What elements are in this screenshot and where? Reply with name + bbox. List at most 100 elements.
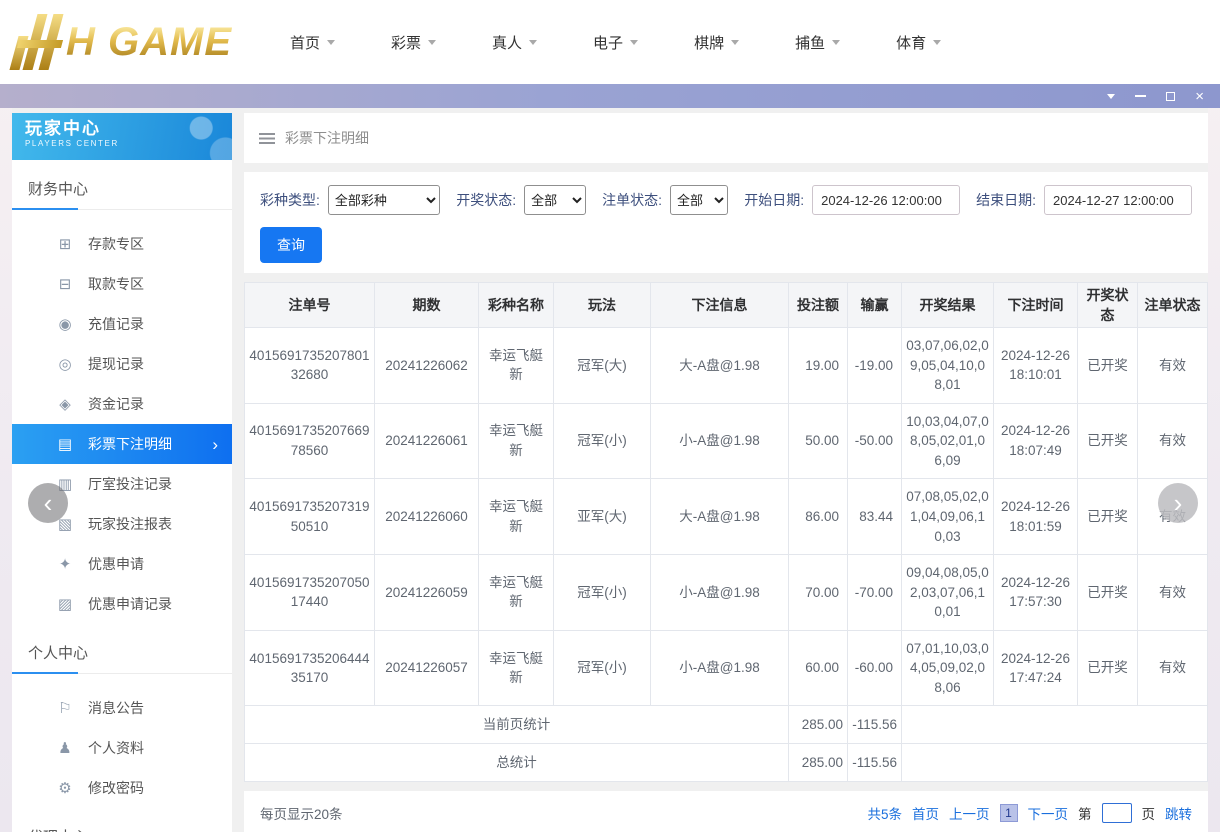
top-menu-item-label: 体育: [896, 34, 927, 52]
prev-page-link[interactable]: 上一页: [949, 803, 990, 823]
summary-empty: [901, 705, 1208, 745]
lottery-type-select[interactable]: 全部彩种: [327, 185, 441, 215]
table-cell: 07,08,05,02,01,04,09,06,10,03: [901, 478, 994, 556]
start-date-input[interactable]: [812, 185, 961, 215]
chevron-down-icon: [428, 39, 437, 45]
workspace: 玩家中心 PLAYERS CENTER 财务中心 ⊞ 存款专区 ⊟ 取款专区 ◉ 充值记录 ◎…: [12, 108, 1208, 832]
table-cell: 401569173520766978560: [244, 402, 375, 480]
table-cell: 83.44: [847, 478, 902, 556]
table-cell: 60.00: [788, 629, 848, 707]
chevron-down-icon: [933, 39, 942, 45]
table-cell: 小-A盘@1.98: [650, 554, 789, 631]
sidebar-item-彩票下注明细[interactable]: ▤ 彩票下注明细 ›: [12, 424, 232, 464]
sidebar-item-存款专区[interactable]: ⊞ 存款专区: [12, 224, 232, 264]
draw-status-select[interactable]: 全部: [524, 185, 587, 215]
chevron-down-icon: [630, 39, 639, 45]
end-date-label: 结束日期:: [976, 192, 1036, 208]
table-cell: 已开奖: [1077, 402, 1138, 480]
current-page-indicator[interactable]: 1: [999, 804, 1018, 823]
top-menu-item[interactable]: 真人: [492, 32, 538, 53]
column-header: 投注额: [788, 282, 848, 328]
sidebar-item-充值记录[interactable]: ◉ 充值记录: [12, 304, 232, 344]
table-cell: 冠军(大): [553, 327, 651, 404]
table-cell: 有效: [1137, 402, 1208, 480]
sidebar-item-资金记录[interactable]: ◈ 资金记录: [12, 384, 232, 424]
first-page-link[interactable]: 首页: [912, 803, 939, 823]
top-menu-item[interactable]: 棋牌: [694, 32, 740, 53]
table-cell: 幸运飞艇新: [478, 629, 554, 707]
scroll-left-button[interactable]: ‹: [28, 483, 68, 523]
summary-row: 当前页统计 285.00 -115.56: [244, 705, 1208, 745]
table-cell: 幸运飞艇新: [478, 327, 554, 404]
sidebar-item-个人资料[interactable]: ♟ 个人资料: [12, 728, 232, 768]
column-header: 输赢: [847, 282, 902, 328]
sidebar-item-label: 资金记录: [88, 396, 144, 412]
table-cell: 09,04,08,05,02,03,07,06,10,01: [901, 554, 994, 631]
sidebar-item-取款专区[interactable]: ⊟ 取款专区: [12, 264, 232, 304]
bet-detail-table: 注单号 期数 彩种名称 玩法 下注信息 投注额 输赢 开奖结果 下注时间 开奖状态 注单状态 401…: [244, 282, 1208, 783]
sidebar-item-修改密码[interactable]: ⚙ 修改密码: [12, 768, 232, 808]
sidebar-header: 玩家中心 PLAYERS CENTER: [12, 113, 232, 160]
sidebar-item-label: 提现记录: [88, 356, 144, 372]
next-page-link[interactable]: 下一页: [1028, 803, 1069, 823]
table-row: 401569173520780132680 20241226062 幸运飞艇新 冠军(…: [244, 327, 1208, 404]
table-cell: 冠军(小): [553, 402, 651, 480]
table-cell: 亚军(大): [553, 478, 651, 556]
chevron-down-icon: [731, 39, 740, 45]
top-menu-item[interactable]: 捕鱼: [795, 32, 841, 53]
window-titlebar: ×: [0, 84, 1220, 108]
scroll-right-button[interactable]: ›: [1158, 483, 1198, 523]
top-menu-item-label: 捕鱼: [795, 34, 826, 52]
table-cell: 401569173520705017440: [244, 554, 375, 631]
close-button[interactable]: ×: [1195, 84, 1204, 108]
table-cell: 2024-12-26 18:10:01: [993, 327, 1078, 404]
filter-row: 彩种类型: 全部彩种 开奖状态: 全部 注单状态: 全部 开始日期: 结束日期:: [260, 185, 1192, 215]
jump-page-input[interactable]: [1101, 803, 1132, 824]
collapse-button[interactable]: [1107, 84, 1116, 108]
summary-empty: [901, 743, 1208, 783]
minimize-button[interactable]: [1135, 84, 1147, 108]
promo-record-icon: ▨: [57, 596, 73, 613]
total-count-label: 共5条: [867, 807, 902, 823]
logo-text: H GAME: [66, 19, 232, 64]
column-header: 注单号: [244, 282, 375, 328]
hamburger-icon[interactable]: [259, 132, 275, 144]
maximize-button[interactable]: [1166, 84, 1176, 108]
table-cell: 冠军(小): [553, 629, 651, 707]
chevron-down-icon: [832, 39, 841, 45]
query-button[interactable]: 查询: [260, 227, 322, 263]
top-menu-item[interactable]: 体育: [896, 32, 942, 53]
top-menu: 首页 彩票 真人 电子 棋牌 捕鱼 体育: [290, 32, 942, 53]
top-menu-item-label: 真人: [492, 34, 523, 52]
order-status-select[interactable]: 全部: [669, 185, 729, 215]
end-date-input[interactable]: [1044, 185, 1192, 215]
sidebar-item-label: 修改密码: [88, 780, 144, 796]
maximize-icon: [1166, 91, 1176, 101]
sidebar-item-消息公告[interactable]: ⚐ 消息公告: [12, 688, 232, 728]
sidebar-item-优惠申请[interactable]: ✦ 优惠申请: [12, 544, 232, 584]
table-cell: 401569173520731950510: [244, 478, 375, 556]
table-row: 401569173520731950510 20241226060 幸运飞艇新 亚军(…: [244, 478, 1208, 556]
top-menu-item[interactable]: 电子: [593, 32, 639, 53]
summary-win-loss: -115.56: [847, 705, 902, 745]
start-date-label: 开始日期:: [744, 192, 805, 208]
chevron-left-icon: ‹: [43, 488, 53, 518]
top-menu-item[interactable]: 首页: [290, 32, 336, 53]
table-cell: 有效: [1137, 554, 1208, 631]
table-cell: -19.00: [847, 327, 902, 404]
table-cell: 已开奖: [1077, 327, 1138, 404]
logo[interactable]: H GAME: [9, 14, 232, 70]
table-cell: 小-A盘@1.98: [650, 629, 789, 707]
lottery-type-label: 彩种类型:: [260, 192, 320, 208]
jump-button[interactable]: 跳转: [1165, 803, 1192, 823]
table-cell: 冠军(小): [553, 554, 651, 631]
top-menu-item-label: 彩票: [391, 34, 422, 52]
chevron-right-icon: ›: [212, 434, 218, 454]
sidebar-item-优惠申请记录[interactable]: ▨ 优惠申请记录: [12, 584, 232, 624]
sidebar-item-提现记录[interactable]: ◎ 提现记录: [12, 344, 232, 384]
table-cell: 已开奖: [1077, 478, 1138, 556]
sidebar-item-label: 玩家投注报表: [88, 516, 172, 532]
top-menu-item[interactable]: 彩票: [391, 32, 437, 53]
table-cell: 小-A盘@1.98: [650, 402, 789, 480]
deposit-icon: ⊞: [58, 236, 72, 253]
